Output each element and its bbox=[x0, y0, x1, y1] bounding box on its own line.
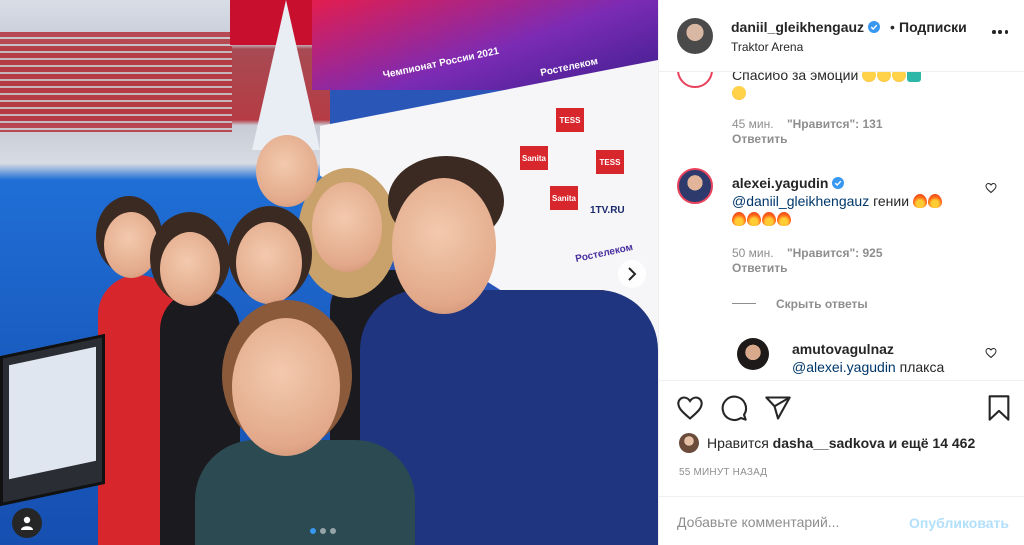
post-header: daniil_gleikhengauz • Подписки Traktor A… bbox=[659, 0, 1024, 72]
likes-summary: Нравится dasha__sadkova и ещё 14 462 bbox=[679, 433, 975, 453]
liker-username[interactable]: dasha__sadkova bbox=[773, 435, 885, 451]
post-time[interactable]: 55 МИНУТ НАЗАД bbox=[679, 467, 767, 478]
fire-icon bbox=[777, 212, 791, 226]
reply-avatar[interactable] bbox=[737, 338, 769, 370]
comment-meta: 50 мин. "Нравится": 925 bbox=[732, 246, 883, 260]
person-face bbox=[104, 212, 158, 278]
verified-icon bbox=[832, 177, 845, 189]
person-face bbox=[236, 222, 302, 304]
liker-avatar[interactable] bbox=[679, 433, 699, 453]
comment-time: 45 мин. bbox=[732, 117, 774, 131]
face-icon bbox=[862, 72, 877, 82]
reply-button[interactable]: Ответить bbox=[732, 132, 787, 146]
carousel-dot bbox=[320, 528, 326, 534]
sponsor-tile: TESS bbox=[596, 150, 624, 174]
comment-body: Спасибо за эмоции bbox=[732, 72, 859, 83]
author-username-text[interactable]: daniil_gleikhengauz bbox=[731, 19, 864, 35]
reply-text: amutovagulnaz @alexei.yagudin плакса bbox=[792, 340, 982, 376]
author-avatar[interactable] bbox=[677, 18, 713, 54]
face-icon bbox=[892, 72, 907, 82]
astonished-face-icon bbox=[732, 86, 746, 100]
comment-text: Спасибо за эмоции bbox=[732, 72, 992, 102]
person-face bbox=[312, 182, 382, 272]
share-icon[interactable] bbox=[764, 394, 792, 422]
robot-icon bbox=[907, 72, 922, 82]
fire-icon bbox=[762, 212, 776, 226]
comment-body: гении bbox=[873, 193, 910, 209]
comment-composer: Опубликовать bbox=[659, 496, 1024, 545]
comment-input[interactable] bbox=[677, 508, 897, 536]
comment-meta: 45 мин. "Нравится": 131 bbox=[732, 117, 883, 131]
like-reply-icon[interactable] bbox=[985, 347, 997, 359]
sponsor-tile: TESS bbox=[556, 108, 584, 132]
fire-icon bbox=[927, 194, 942, 208]
reply-body: плакса bbox=[899, 359, 945, 375]
sponsor-tile: Sanita bbox=[520, 146, 548, 170]
comment-mention[interactable]: @daniil_gleikhengauz bbox=[732, 193, 869, 209]
comment-avatar[interactable] bbox=[677, 72, 713, 88]
next-photo-button[interactable] bbox=[618, 260, 646, 288]
comment-username[interactable]: alexei.yagudin bbox=[732, 175, 828, 191]
header-separator: • bbox=[890, 19, 895, 35]
sponsor-tile: Sanita bbox=[550, 186, 578, 210]
monitor-screen bbox=[9, 346, 96, 480]
reply-username[interactable]: amutovagulnaz bbox=[792, 341, 894, 357]
person-face bbox=[392, 178, 496, 314]
person-face bbox=[160, 232, 220, 306]
christmas-tree bbox=[252, 0, 320, 150]
following-button[interactable]: Подписки bbox=[899, 19, 967, 35]
person-body bbox=[195, 440, 415, 545]
reply-button[interactable]: Ответить bbox=[732, 261, 787, 275]
post-actions: Нравится dasha__sadkova и ещё 14 462 55 … bbox=[659, 380, 1024, 540]
fire-icon bbox=[732, 212, 746, 226]
comment-text: alexei.yagudin @daniil_gleikhengauz гени… bbox=[732, 174, 982, 228]
person-face bbox=[256, 135, 318, 207]
hide-replies-divider bbox=[732, 303, 756, 304]
verified-icon bbox=[868, 21, 881, 33]
user-icon bbox=[21, 516, 33, 530]
carousel-dot bbox=[330, 528, 336, 534]
person-face bbox=[232, 318, 340, 456]
likes-count[interactable]: и ещё 14 462 bbox=[889, 435, 976, 451]
reply-mention[interactable]: @alexei.yagudin bbox=[792, 359, 896, 375]
banner-text: Чемпионат России 2021 bbox=[382, 45, 501, 82]
comment-avatar[interactable] bbox=[677, 168, 713, 204]
fire-icon bbox=[747, 212, 761, 226]
comment-icon[interactable] bbox=[720, 394, 748, 422]
carousel-indicator bbox=[310, 528, 336, 534]
comment-likes[interactable]: "Нравится": 925 bbox=[787, 246, 883, 260]
chevron-right-icon bbox=[628, 267, 637, 281]
likes-prefix: Нравится bbox=[707, 435, 769, 451]
arena-stands bbox=[0, 32, 232, 132]
comment-likes[interactable]: "Нравится": 131 bbox=[787, 117, 883, 131]
carousel-dot bbox=[310, 528, 316, 534]
post-photo[interactable]: Чемпионат России 2021 Ростелеком TESS TE… bbox=[0, 0, 658, 545]
comments-list: Спасибо за эмоции 45 мин. "Нравится": 13… bbox=[659, 72, 1024, 380]
post-side-panel: daniil_gleikhengauz • Подписки Traktor A… bbox=[658, 0, 1024, 545]
heart-icon[interactable] bbox=[676, 394, 704, 422]
hide-replies-button[interactable]: Скрыть ответы bbox=[776, 297, 868, 311]
tagged-users-button[interactable] bbox=[12, 508, 42, 538]
face-icon bbox=[877, 72, 892, 82]
comment-time: 50 мин. bbox=[732, 246, 774, 260]
monitor bbox=[0, 333, 105, 507]
sponsor-label: 1TV.RU bbox=[590, 205, 625, 216]
author-username[interactable]: daniil_gleikhengauz bbox=[731, 19, 881, 35]
bookmark-icon[interactable] bbox=[985, 394, 1013, 422]
post-location[interactable]: Traktor Arena bbox=[731, 40, 803, 54]
publish-button[interactable]: Опубликовать bbox=[909, 515, 1009, 531]
like-comment-icon[interactable] bbox=[985, 182, 997, 194]
fire-icon bbox=[912, 194, 927, 208]
more-options-icon[interactable] bbox=[992, 30, 1008, 34]
